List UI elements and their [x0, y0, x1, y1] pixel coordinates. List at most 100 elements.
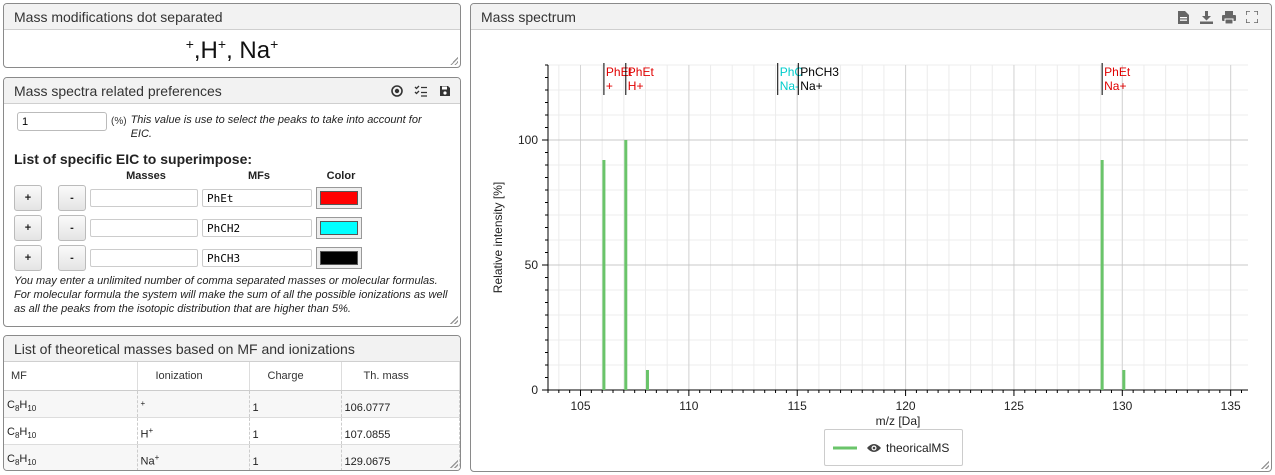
mf-input[interactable] [202, 249, 312, 267]
resize-handle[interactable] [450, 460, 458, 468]
legend-swatch [833, 446, 857, 449]
panel-title-text: Mass spectra related preferences [14, 83, 222, 99]
spectrum-peak [645, 370, 649, 390]
panel-title: Mass modifications dot separated [4, 4, 460, 30]
eic-title: List of specific EIC to superimpose: [14, 151, 253, 167]
clipped-label [14, 104, 450, 110]
threshold-unit: (%) [111, 116, 127, 127]
x-tick-label: 115 [788, 399, 807, 413]
color-picker[interactable] [316, 187, 362, 209]
checklist-icon[interactable] [414, 78, 428, 104]
eic-row: + - [14, 243, 366, 273]
panel-title: Mass spectrum [471, 4, 1271, 30]
add-row-button[interactable]: + [14, 185, 42, 211]
table-row[interactable]: C8H10 Na+ 1 129.0675 [4, 444, 460, 470]
remove-row-button[interactable]: - [58, 215, 86, 241]
eic-row: + - [14, 213, 366, 243]
x-tick-label: 120 [896, 399, 916, 413]
add-row-button[interactable]: + [14, 245, 42, 271]
ionization-cell: H+ [137, 417, 250, 445]
column-header-mass[interactable]: Th. mass [341, 362, 460, 391]
ionization-cell: + [137, 390, 250, 418]
mf-cell: C8H10 [4, 417, 138, 445]
remove-row-button[interactable]: - [58, 185, 86, 211]
panel-title: List of theoretical masses based on MF a… [4, 336, 460, 362]
mf-cell: C8H10 [4, 444, 138, 470]
y-tick-label: 0 [531, 383, 538, 397]
eic-table: Masses MFs Color + - + - + - [14, 169, 366, 273]
modification-charge: + [270, 36, 279, 52]
charge-cell: 1 [249, 390, 342, 418]
spectrum-peak [602, 160, 606, 390]
mf-input[interactable] [202, 219, 312, 237]
mass-input[interactable] [90, 189, 198, 207]
color-swatch [320, 251, 358, 265]
x-tick-label: 135 [1221, 399, 1241, 413]
ionization-cell: Na+ [137, 444, 250, 470]
peak-annotation-label: + [606, 79, 613, 93]
print-icon[interactable] [1222, 4, 1236, 30]
x-tick-label: 125 [1004, 399, 1024, 413]
modification-charge: + [185, 36, 194, 52]
column-header-ionization[interactable]: Ionization [137, 362, 250, 391]
resize-handle[interactable] [1261, 461, 1269, 469]
mass-modifications-panel: Mass modifications dot separated +,H+, N… [3, 3, 461, 68]
mass-modifications-display[interactable]: +,H+, Na+ [4, 30, 460, 65]
peak-annotation-label: PhEt [1104, 65, 1131, 79]
mass-spectrum-chart[interactable]: 105 110 115 120 125 130 135 0 50 100 m/z [Da] Relat… [471, 31, 1271, 471]
color-picker[interactable] [316, 217, 362, 239]
color-header: Color [326, 170, 356, 182]
save-icon[interactable] [438, 78, 452, 104]
charge-cell: 1 [249, 417, 342, 445]
peak-annotation-label: Na+ [800, 79, 822, 93]
y-axis-label: Relative intensity [%] [491, 182, 505, 293]
peak-annotation-label: H+ [628, 79, 644, 93]
spectrum-peak [1100, 160, 1104, 390]
column-header-mf[interactable]: MF [4, 362, 138, 391]
theoretical-masses-table: MF Ionization Charge Th. mass C8H10 + 1 … [4, 362, 460, 470]
x-tick-label: 110 [679, 399, 698, 413]
chart-legend[interactable]: theoricalMS [824, 429, 963, 466]
table-row[interactable]: C8H10 + 1 106.0777 [4, 390, 460, 418]
x-tick-label: 105 [570, 399, 590, 413]
y-tick-label: 100 [518, 133, 538, 147]
resize-handle[interactable] [450, 316, 458, 324]
charge-cell: 1 [249, 444, 342, 470]
y-tick-label: 50 [525, 258, 539, 272]
eye-icon[interactable] [867, 443, 881, 453]
eic-note: You may enter a unlimited number of comm… [14, 275, 448, 315]
modification-charge: + [217, 36, 227, 52]
x-tick-label: 130 [1112, 399, 1132, 413]
peak-annotation-label: PhCH3 [800, 65, 839, 79]
masses-header: Masses [126, 170, 166, 182]
modification-text: ,H [193, 37, 218, 64]
remove-row-button[interactable]: - [58, 245, 86, 271]
peak-annotation-label: Na+ [1104, 79, 1126, 93]
legend-label: theoricalMS [886, 440, 950, 455]
file-icon[interactable] [1176, 4, 1190, 30]
mf-input[interactable] [202, 189, 312, 207]
eic-row: + - [14, 183, 366, 213]
threshold-input[interactable] [17, 112, 107, 131]
x-axis-label: m/z [Da] [876, 414, 921, 428]
modification-text: , Na [226, 37, 271, 64]
circle-icon[interactable] [390, 78, 404, 104]
download-icon[interactable] [1199, 4, 1213, 30]
fullscreen-icon[interactable] [1245, 4, 1259, 30]
mass-cell: 106.0777 [341, 390, 460, 418]
resize-handle[interactable] [450, 57, 458, 65]
mass-cell: 107.0855 [341, 417, 460, 445]
panel-title: Mass spectra related preferences [4, 78, 460, 104]
table-row[interactable]: C8H10 H+ 1 107.0855 [4, 417, 460, 445]
peak-annotation-label: PhEt [628, 65, 655, 79]
column-header-charge[interactable]: Charge [249, 362, 342, 391]
mass-input[interactable] [90, 219, 198, 237]
mf-cell: C8H10 [4, 390, 138, 418]
mfs-header: MFs [248, 170, 270, 182]
color-swatch [320, 221, 358, 235]
color-picker[interactable] [316, 247, 362, 269]
add-row-button[interactable]: + [14, 215, 42, 241]
peak-annotation-label: Na- [780, 79, 799, 93]
mass-input[interactable] [90, 249, 198, 267]
mass-cell: 129.0675 [341, 444, 460, 470]
